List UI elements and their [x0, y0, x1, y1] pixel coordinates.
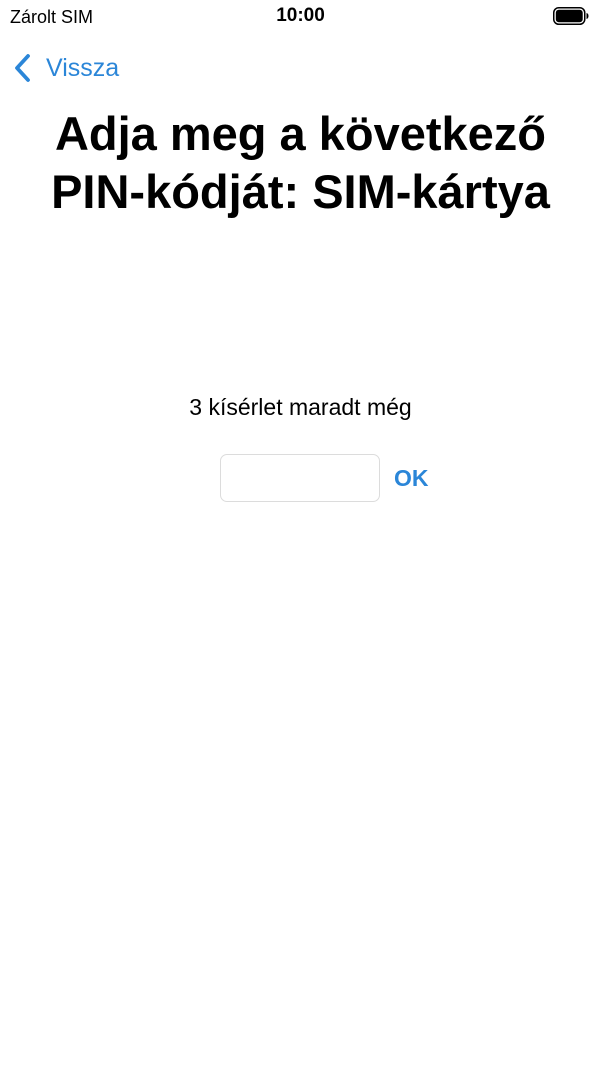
battery-full-icon	[553, 7, 589, 25]
page-title: Adja meg a következő PIN-kódját: SIM-kár…	[51, 107, 550, 218]
back-button[interactable]: Vissza	[12, 50, 119, 86]
status-bar: Zárolt SIM 10:00	[0, 0, 601, 34]
back-button-label: Vissza	[46, 54, 120, 82]
attempts-remaining-text: 3 kísérlet maradt még	[189, 394, 412, 420]
pin-input[interactable]	[220, 454, 380, 502]
ok-button[interactable]: OK	[394, 462, 429, 494]
navigation-bar: Vissza	[0, 44, 601, 92]
status-clock: 10:00	[276, 5, 325, 26]
chevron-left-icon	[12, 52, 34, 84]
